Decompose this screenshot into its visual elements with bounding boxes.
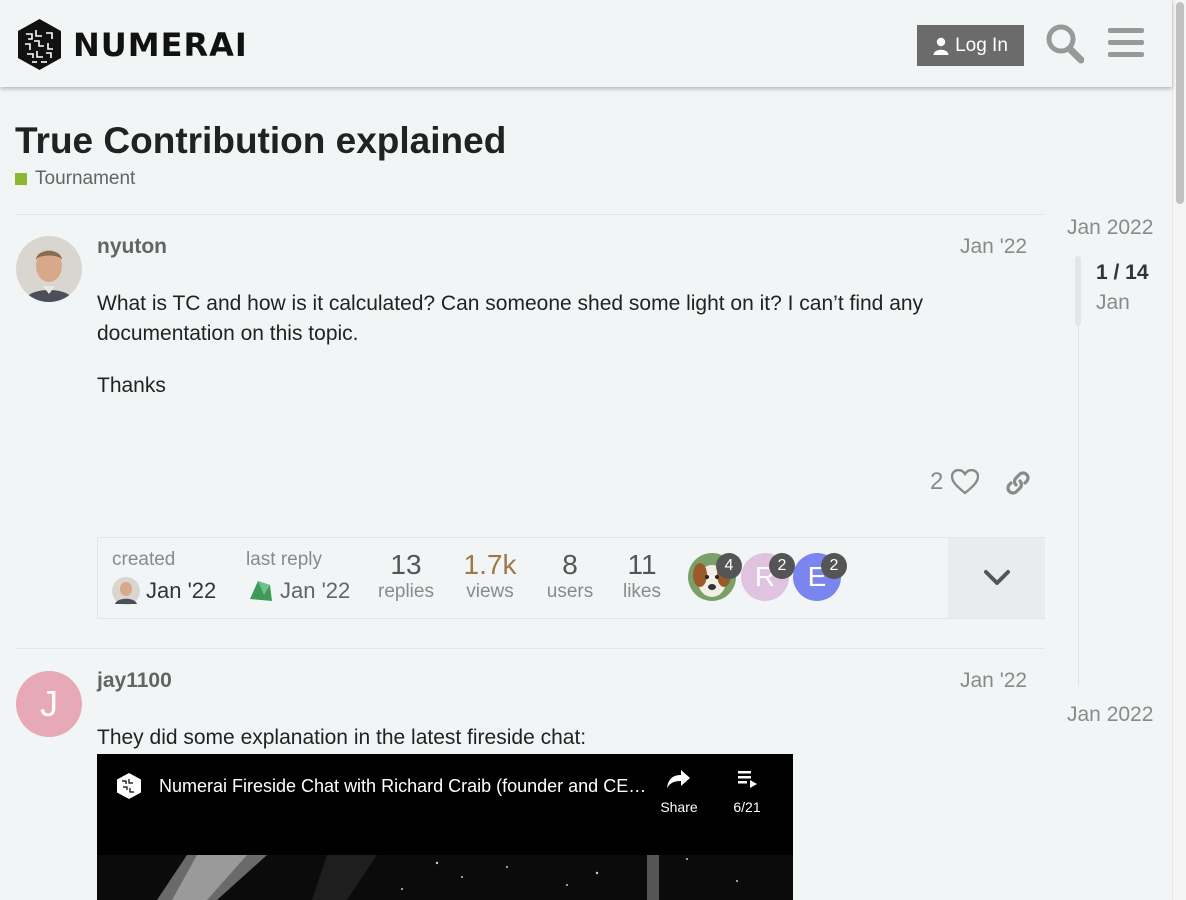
creator-avatar-icon — [112, 577, 140, 605]
chevron-down-icon — [983, 570, 1010, 585]
expand-topic-map-button[interactable] — [948, 538, 1045, 618]
timeline-handle[interactable] — [1075, 256, 1081, 326]
replies-stat: 13 replies — [374, 549, 438, 603]
last-reply-date: Jan '22 — [280, 578, 351, 603]
views-stat: 1.7k views — [458, 549, 522, 603]
category-label: Tournament — [35, 168, 136, 189]
hamburger-menu-icon[interactable] — [1106, 22, 1146, 64]
users-stat: 8 users — [538, 549, 602, 603]
users-count: 8 — [562, 549, 578, 580]
youtube-embed[interactable]: Numerai Fireside Chat with Richard Craib… — [97, 754, 793, 900]
avatar-nyuton[interactable] — [16, 236, 82, 302]
video-thumbnail[interactable] — [97, 855, 793, 900]
post-username[interactable]: nyuton — [97, 235, 167, 259]
login-label: Log In — [955, 34, 1008, 56]
video-frame-image-icon — [97, 855, 793, 900]
views-label: views — [466, 581, 514, 602]
share-link-icon[interactable] — [1004, 469, 1032, 497]
likes-count: 11 — [627, 549, 657, 580]
post-date[interactable]: Jan '22 — [960, 669, 1027, 693]
post-body-paragraph: What is TC and how is it calculated? Can… — [97, 292, 924, 345]
category-badge[interactable]: Tournament — [15, 168, 135, 190]
last-replier-avatar-icon — [246, 577, 274, 605]
last-reply-info[interactable]: Jan '22 — [246, 577, 350, 605]
topic-map: created Jan '22 last reply Jan '22 13 re… — [97, 537, 1045, 619]
site-header: NUMERAI Log In — [0, 0, 1172, 87]
user-icon — [933, 37, 949, 55]
brand-name: NUMERAI — [73, 25, 248, 64]
replies-label: replies — [378, 581, 434, 602]
numerai-logo-icon — [18, 19, 61, 70]
likes-stat: 11 likes — [610, 549, 674, 603]
site-logo[interactable]: NUMERAI — [16, 18, 248, 71]
timeline-start-date[interactable]: Jan 2022 — [1067, 216, 1153, 240]
post-divider — [15, 214, 1045, 215]
post-body-paragraph: Thanks — [97, 374, 166, 397]
channel-logo-icon — [117, 773, 141, 799]
post-username[interactable]: jay1100 — [97, 669, 172, 693]
created-date: Jan '22 — [146, 578, 217, 603]
views-count: 1.7k — [463, 549, 517, 580]
playlist-position: 6/21 — [733, 799, 761, 815]
video-playlist-button[interactable]: 6/21 — [725, 768, 769, 815]
share-arrow-icon — [667, 770, 690, 788]
last-reply-label: last reply — [246, 549, 323, 570]
scrollbar-thumb[interactable] — [1176, 2, 1184, 204]
video-title[interactable]: Numerai Fireside Chat with Richard Craib… — [159, 776, 649, 797]
user-photo-icon — [16, 236, 82, 302]
participant-post-count: 2 — [769, 553, 795, 579]
topic-created: created Jan '22 — [112, 549, 216, 605]
timeline-end-date[interactable]: Jan 2022 — [1067, 703, 1153, 727]
video-share-button[interactable]: Share — [657, 768, 701, 815]
post-divider — [15, 648, 1045, 649]
share-label: Share — [660, 799, 698, 815]
category-color-icon — [15, 173, 27, 185]
avatar-jay1100[interactable]: J — [16, 671, 82, 737]
created-info[interactable]: Jan '22 — [112, 577, 216, 605]
participant-post-count: 2 — [821, 553, 847, 579]
post-date[interactable]: Jan '22 — [960, 235, 1027, 259]
like-button[interactable]: 2 — [930, 468, 980, 496]
replies-count: 13 — [390, 549, 422, 580]
search-icon[interactable] — [1044, 22, 1084, 64]
post-body-paragraph: They did some explanation in the latest … — [97, 726, 587, 749]
login-button[interactable]: Log In — [917, 25, 1024, 66]
users-label: users — [546, 581, 594, 602]
heart-icon — [951, 469, 980, 495]
like-count: 2 — [930, 468, 944, 495]
created-label: created — [112, 549, 176, 570]
page-scrollbar[interactable] — [1172, 0, 1186, 900]
topic-title[interactable]: True Contribution explained — [15, 120, 506, 162]
timeline-post-counter: 1 / 14 — [1096, 261, 1149, 284]
playlist-icon — [738, 771, 757, 788]
timeline-current-month: Jan — [1096, 291, 1130, 314]
participant-post-count: 4 — [716, 553, 742, 579]
topic-last-reply: last reply Jan '22 — [246, 549, 350, 605]
avatar-letter: J — [40, 683, 58, 724]
likes-label: likes — [622, 581, 661, 602]
